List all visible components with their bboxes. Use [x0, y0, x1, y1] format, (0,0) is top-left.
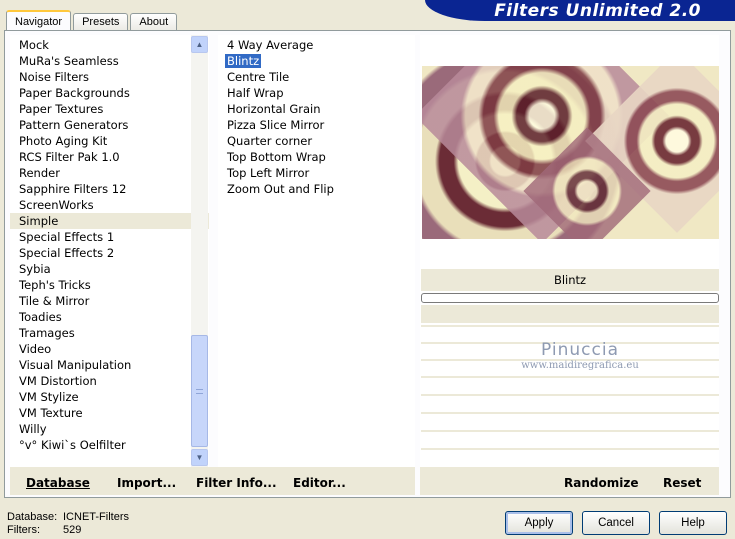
- category-item[interactable]: Visual Manipulation: [10, 357, 209, 373]
- filters-count: 529: [63, 524, 82, 536]
- tab-bar: Navigator Presets About: [6, 9, 179, 31]
- watermark: Pinuccia www.maidiregrafica.eu: [500, 340, 660, 371]
- filter-item[interactable]: Zoom Out and Flip: [218, 181, 415, 197]
- category-item[interactable]: Teph's Tricks: [10, 277, 209, 293]
- title-banner: Filters Unlimited 2.0: [425, 0, 735, 21]
- category-scrollbar[interactable]: ▲ ▼: [191, 35, 208, 467]
- filter-item[interactable]: Top Left Mirror: [218, 165, 415, 181]
- tab-navigator[interactable]: Navigator: [6, 10, 72, 31]
- filter-preview-image: [422, 66, 719, 239]
- category-item[interactable]: Tile & Mirror: [10, 293, 209, 309]
- parameter-header: [421, 305, 719, 323]
- parameter-slot: [421, 448, 719, 450]
- database-button[interactable]: Database: [26, 476, 90, 490]
- scroll-down-button[interactable]: ▼: [191, 449, 208, 466]
- category-item[interactable]: Render: [10, 165, 209, 181]
- parameter-slot: [421, 412, 719, 414]
- category-item[interactable]: Noise Filters: [10, 69, 209, 85]
- category-item[interactable]: Photo Aging Kit: [10, 133, 209, 149]
- status-info: Database: ICNET-Filters Filters: 529: [7, 511, 129, 537]
- parameter-slot: [421, 376, 719, 378]
- scroll-thumb[interactable]: [191, 335, 208, 447]
- filter-name-display: Blintz: [421, 269, 719, 291]
- parameter-slot: [421, 325, 719, 327]
- category-item[interactable]: Pattern Generators: [10, 117, 209, 133]
- category-list[interactable]: Mock MuRa's Seamless Noise Filters Paper Ba…: [10, 35, 209, 467]
- help-button[interactable]: Help: [659, 511, 727, 535]
- filter-item[interactable]: Centre Tile: [218, 69, 415, 85]
- import-button[interactable]: Import...: [117, 476, 176, 490]
- scroll-up-button[interactable]: ▲: [191, 36, 208, 53]
- apply-button[interactable]: Apply: [505, 511, 573, 535]
- category-item[interactable]: Special Effects 1: [10, 229, 209, 245]
- category-item[interactable]: Tramages: [10, 325, 209, 341]
- watermark-url: www.maidiregrafica.eu: [521, 360, 639, 371]
- cancel-button[interactable]: Cancel: [582, 511, 650, 535]
- watermark-name: Pinuccia: [541, 340, 619, 360]
- category-item[interactable]: Simple: [10, 213, 209, 229]
- randomize-button[interactable]: Randomize: [564, 476, 638, 490]
- category-item[interactable]: Sapphire Filters 12: [10, 181, 209, 197]
- category-item[interactable]: VM Texture: [10, 405, 209, 421]
- filter-item[interactable]: Half Wrap: [218, 85, 415, 101]
- filters-label: Filters:: [7, 524, 40, 536]
- database-label: Database:: [7, 511, 58, 523]
- database-value: ICNET-Filters: [63, 511, 129, 523]
- category-item[interactable]: Video: [10, 341, 209, 357]
- filter-info-button[interactable]: Filter Info...: [196, 476, 277, 490]
- filter-list[interactable]: 4 Way Average Blintz Centre Tile Half Wrap H…: [218, 35, 415, 467]
- filter-item[interactable]: Top Bottom Wrap: [218, 149, 415, 165]
- filter-item[interactable]: Horizontal Grain: [218, 101, 415, 117]
- filter-item[interactable]: Quarter corner: [218, 133, 415, 149]
- category-item[interactable]: Paper Backgrounds: [10, 85, 209, 101]
- category-item[interactable]: RCS Filter Pak 1.0: [10, 149, 209, 165]
- category-item[interactable]: Toadies: [10, 309, 209, 325]
- progress-bar: [421, 293, 719, 303]
- parameter-slot: [421, 430, 719, 432]
- category-item[interactable]: Special Effects 2: [10, 245, 209, 261]
- category-item[interactable]: Sybia: [10, 261, 209, 277]
- reset-button[interactable]: Reset: [663, 476, 701, 490]
- category-item[interactable]: Paper Textures: [10, 101, 209, 117]
- category-item[interactable]: Mock: [10, 37, 209, 53]
- tab-presets[interactable]: Presets: [73, 13, 129, 30]
- app-title: Filters Unlimited 2.0: [494, 0, 701, 21]
- grip-icon: [196, 388, 203, 394]
- category-item[interactable]: MuRa's Seamless: [10, 53, 209, 69]
- filter-item[interactable]: Blintz: [218, 53, 415, 69]
- filter-item[interactable]: 4 Way Average: [218, 37, 415, 53]
- category-item[interactable]: VM Stylize: [10, 389, 209, 405]
- tab-about[interactable]: About: [130, 13, 178, 30]
- category-item[interactable]: ScreenWorks: [10, 197, 209, 213]
- category-item[interactable]: °v° Kiwi`s Oelfilter: [10, 437, 209, 453]
- filter-item[interactable]: Pizza Slice Mirror: [218, 117, 415, 133]
- category-item[interactable]: VM Distortion: [10, 373, 209, 389]
- category-item[interactable]: Willy: [10, 421, 209, 437]
- editor-button[interactable]: Editor...: [293, 476, 346, 490]
- parameter-slot: [421, 394, 719, 396]
